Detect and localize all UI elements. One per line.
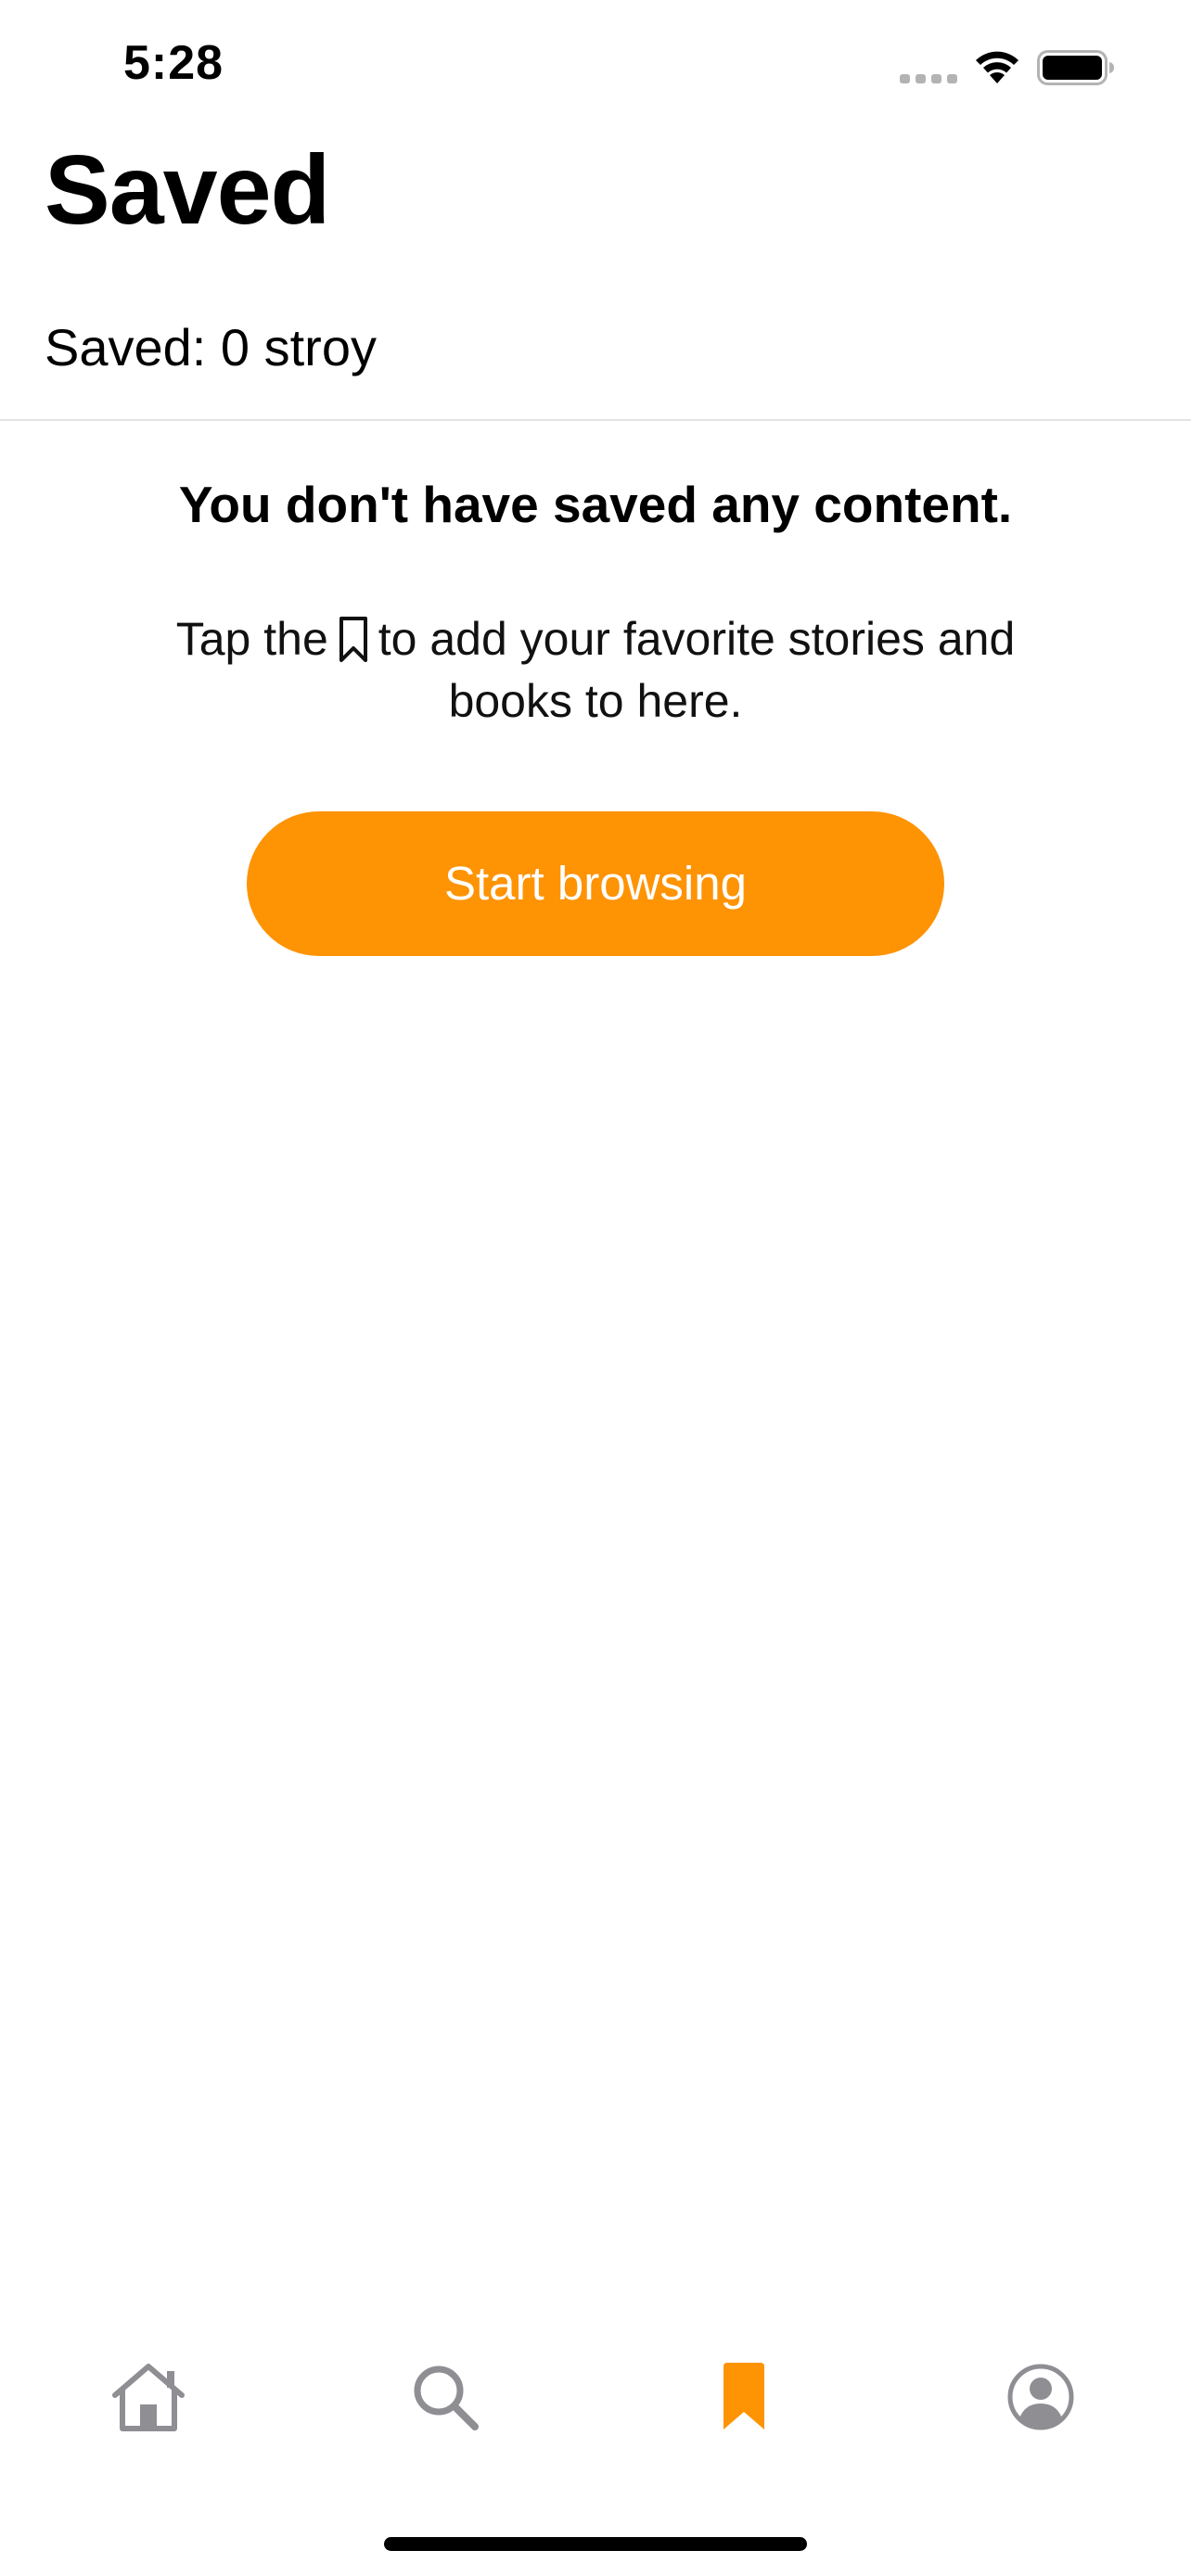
tab-bar: [0, 2337, 1191, 2457]
status-time: 5:28: [123, 36, 224, 90]
search-icon: [414, 2366, 479, 2430]
home-indicator: [384, 2537, 807, 2551]
empty-state-heading: You don't have saved any content.: [178, 476, 1013, 533]
tab-search[interactable]: [371, 2337, 519, 2457]
start-browsing-button[interactable]: Start browsing: [247, 811, 944, 956]
empty-desc-prefix: Tap the: [175, 613, 328, 665]
home-icon: [112, 2364, 185, 2431]
header-divider: [0, 419, 1191, 421]
bookmark-outline-icon: [339, 617, 367, 662]
empty-desc-suffix: to add your favorite stories and books t…: [378, 613, 1016, 727]
empty-state-description: Tap the to add your favorite stories and…: [132, 608, 1059, 733]
cellular-signal-icon: [900, 74, 957, 83]
tab-home[interactable]: [74, 2337, 223, 2457]
page-title: Saved: [45, 135, 330, 245]
saved-count-label: Saved: 0 stroy: [45, 318, 377, 376]
wifi-icon: [976, 51, 1018, 83]
battery-icon: [1037, 50, 1114, 85]
profile-icon: [1007, 2364, 1074, 2430]
tab-profile[interactable]: [967, 2337, 1115, 2457]
tab-saved[interactable]: [670, 2337, 818, 2457]
bookmark-icon: [724, 2363, 764, 2429]
status-bar: 5:28: [0, 0, 1191, 139]
